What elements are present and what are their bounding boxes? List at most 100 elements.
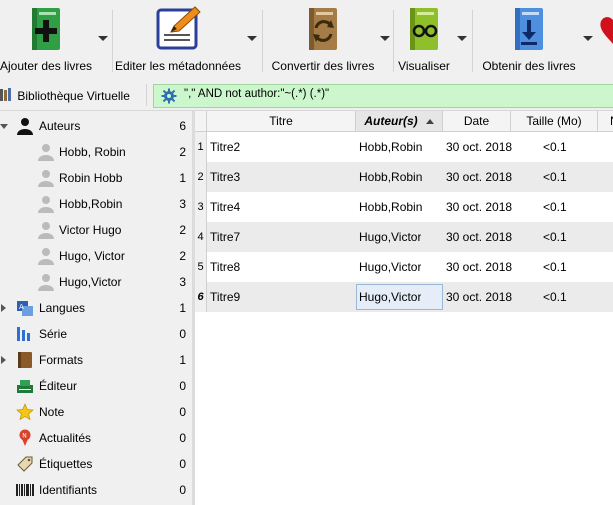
tree-node-author[interactable]: Robin Hobb 1 [0, 165, 192, 191]
languages-icon: A [17, 301, 33, 316]
table-row[interactable]: 4 Titre7 Hugo,Victor 30 oct. 2018 <0.1 [195, 222, 613, 252]
column-header-size[interactable]: Taille (Mo) [511, 111, 598, 131]
person-icon [38, 274, 54, 291]
column-header-date[interactable]: Date [443, 111, 511, 131]
virtual-library-button[interactable]: Bibliothèque Virtuelle [0, 86, 130, 106]
sort-ascending-icon [425, 119, 434, 125]
cell-author[interactable]: Hugo,Victor [359, 222, 421, 252]
virtual-library-label: Bibliothèque Virtuelle [17, 89, 130, 103]
cell-size[interactable]: <0.1 [543, 222, 567, 252]
expanded-arrow-icon[interactable] [0, 124, 8, 129]
cell-date[interactable]: 30 oct. 2018 [446, 222, 512, 252]
tree-node-count: 0 [179, 379, 186, 393]
tree-node-label: Identifiants [39, 483, 98, 497]
person-icon [38, 144, 54, 161]
collapsed-arrow-icon[interactable] [1, 304, 6, 312]
tree-node-author[interactable]: Hugo, Victor 2 [0, 243, 192, 269]
table-header: Titre Auteur(s) Date Taille (Mo) N [195, 111, 613, 132]
tree-node-label: Auteurs [39, 119, 81, 133]
star-icon [16, 403, 34, 421]
table-row[interactable]: 1 Titre2 Hobb,Robin 30 oct. 2018 <0.1 [195, 132, 613, 162]
tree-node-rating[interactable]: Note 0 [0, 399, 192, 425]
cell-title[interactable]: Titre3 [210, 162, 240, 192]
row-number: 5 [195, 252, 207, 282]
cell-date[interactable]: 30 oct. 2018 [446, 282, 512, 312]
table-row[interactable]: 5 Titre8 Hugo,Victor 30 oct. 2018 <0.1 [195, 252, 613, 282]
person-icon [17, 118, 33, 135]
collapsed-arrow-icon[interactable] [1, 356, 6, 364]
table-row[interactable]: 3 Titre4 Hobb,Robin 30 oct. 2018 <0.1 [195, 192, 613, 222]
cell-title[interactable]: Titre4 [210, 192, 240, 222]
gear-icon[interactable] [161, 88, 177, 104]
tree-node-count: 3 [179, 197, 186, 211]
column-header-rownum [195, 111, 207, 131]
row-number: 3 [195, 192, 207, 222]
get-books-button[interactable]: Obtenir des livres [476, 0, 582, 80]
toolbar-separator [262, 10, 263, 72]
cell-size[interactable]: <0.1 [543, 132, 567, 162]
tree-node-author[interactable]: Hobb, Robin 2 [0, 139, 192, 165]
add-books-icon [32, 8, 60, 50]
cell-size[interactable]: <0.1 [543, 282, 567, 312]
cell-size[interactable]: <0.1 [543, 252, 567, 282]
edit-metadata-button[interactable]: Editer les métadonnées [113, 0, 243, 80]
tree-node-label: Hobb, Robin [59, 145, 126, 159]
tree-node-label: Victor Hugo [59, 223, 122, 237]
tree-node-label: Note [39, 405, 65, 419]
table-row[interactable]: 2 Titre3 Hobb,Robin 30 oct. 2018 <0.1 [195, 162, 613, 192]
tree-node-author[interactable]: Victor Hugo 2 [0, 217, 192, 243]
cell-date[interactable]: 30 oct. 2018 [446, 192, 512, 222]
cell-date[interactable]: 30 oct. 2018 [446, 162, 512, 192]
cell-author[interactable]: Hobb,Robin [359, 192, 422, 222]
column-header-next[interactable]: N [598, 111, 613, 131]
convert-books-icon [309, 8, 337, 50]
get-books-label: Obtenir des livres [482, 59, 576, 73]
news-pin-icon: N [19, 429, 31, 446]
cell-title[interactable]: Titre2 [210, 132, 240, 162]
column-header-authors[interactable]: Auteur(s) [356, 111, 443, 131]
add-books-dropdown-arrow[interactable] [98, 36, 108, 41]
tree-node-label: Étiquettes [39, 457, 93, 471]
search-input[interactable]: "," AND not author:"~(.*) (.*)" [153, 84, 613, 108]
donate-heart-icon[interactable] [598, 14, 613, 46]
cell-author[interactable]: Hugo,Victor [359, 282, 421, 312]
tree-node-count: 0 [179, 327, 186, 341]
table-row-selected[interactable]: 6 Titre9 Hugo,Victor 30 oct. 2018 <0.1 [195, 282, 613, 312]
get-books-dropdown-arrow[interactable] [583, 36, 593, 41]
view-book-button[interactable]: Visualiser [394, 0, 454, 80]
tree-node-series[interactable]: Série 0 [0, 321, 192, 347]
tree-node-identifiers[interactable]: Identifiants 0 [0, 477, 192, 503]
convert-books-button[interactable]: Convertir des livres [268, 0, 378, 80]
add-books-button[interactable]: Ajouter des livres [0, 0, 92, 80]
convert-books-dropdown-arrow[interactable] [380, 36, 390, 41]
tree-node-tags[interactable]: Étiquettes 0 [0, 451, 192, 477]
cell-author[interactable]: Hugo,Victor [359, 252, 421, 282]
toolbar-separator [472, 10, 473, 72]
tree-node-publisher[interactable]: Éditeur 0 [0, 373, 192, 399]
cell-author[interactable]: Hobb,Robin [359, 162, 422, 192]
tree-node-formats[interactable]: Formats 1 [0, 347, 192, 373]
view-book-dropdown-arrow[interactable] [457, 36, 467, 41]
tree-node-author[interactable]: Hobb,Robin 3 [0, 191, 192, 217]
tree-node-news[interactable]: N Actualités 0 [0, 425, 192, 451]
edit-metadata-dropdown-arrow[interactable] [247, 36, 257, 41]
tree-node-label: Actualités [39, 431, 92, 445]
cell-size[interactable]: <0.1 [543, 162, 567, 192]
tree-node-count: 1 [179, 353, 186, 367]
cell-title[interactable]: Titre9 [210, 282, 240, 312]
cell-author[interactable]: Hobb,Robin [359, 132, 422, 162]
tag-icon [17, 456, 33, 472]
cell-date[interactable]: 30 oct. 2018 [446, 132, 512, 162]
row-number: 1 [195, 132, 207, 162]
tree-node-author[interactable]: Hugo,Victor 3 [0, 269, 192, 295]
tree-node-count: 0 [179, 431, 186, 445]
tree-node-languages[interactable]: A Langues 1 [0, 295, 192, 321]
cell-title[interactable]: Titre8 [210, 252, 240, 282]
cell-title[interactable]: Titre7 [210, 222, 240, 252]
cell-date[interactable]: 30 oct. 2018 [446, 252, 512, 282]
tree-node-count: 1 [179, 301, 186, 315]
tree-node-authors[interactable]: Auteurs 6 [0, 113, 192, 139]
cell-size[interactable]: <0.1 [543, 192, 567, 222]
column-header-title[interactable]: Titre [207, 111, 356, 131]
series-icon [17, 327, 30, 341]
